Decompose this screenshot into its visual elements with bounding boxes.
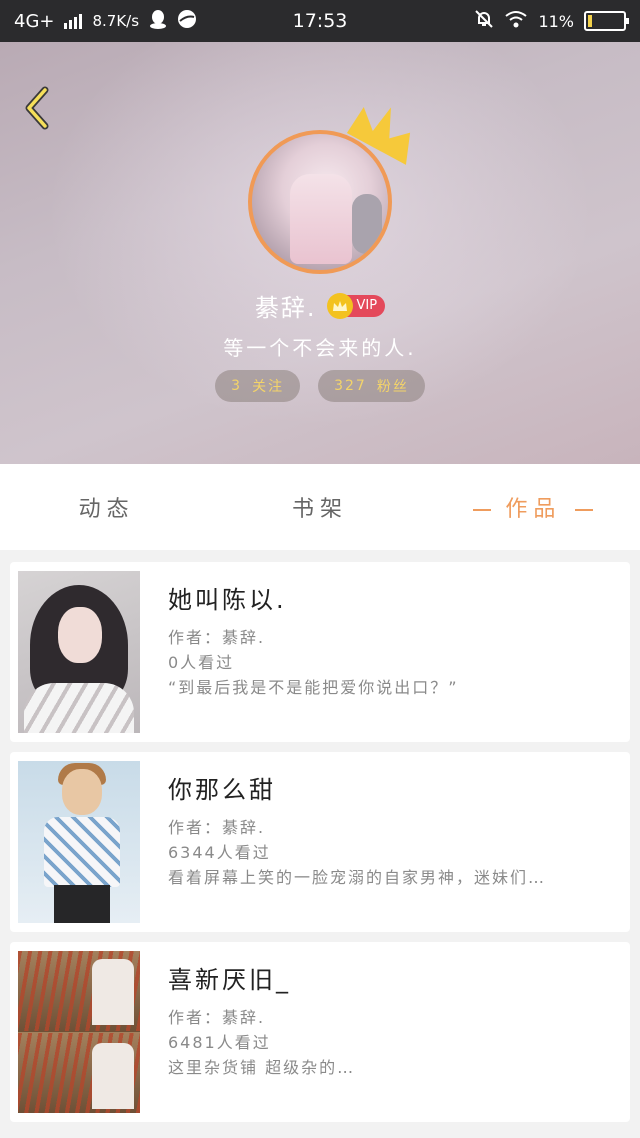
work-info: 你那么甜 作者：綦辞. 6344人看过 看着屏幕上笑的一脸宠溺的自家男神，迷妹们… <box>168 770 616 890</box>
tab-works[interactable]: 作品 <box>427 491 640 523</box>
tab-bookshelf[interactable]: 书架 <box>213 491 426 523</box>
tab-dynamics[interactable]: 动态 <box>0 491 213 523</box>
work-summary: “到最后我是不是能把爱你说出口？” <box>168 678 459 697</box>
profile-header: 綦辞. VIP 等一个不会来的人. 3 关注 327 粉丝 <box>0 42 640 464</box>
work-cover-image <box>18 571 140 733</box>
back-button[interactable] <box>16 86 56 130</box>
network-type: 4G+ <box>14 10 55 32</box>
tab-label: 书架 <box>291 497 348 522</box>
work-author: 作者：綦辞. <box>168 818 266 837</box>
wifi-icon <box>504 9 528 34</box>
work-views: 6344人看过 <box>168 843 271 862</box>
qq-icon <box>149 9 167 34</box>
work-cover-image <box>18 951 140 1113</box>
tab-label: 动态 <box>78 497 135 522</box>
browser-icon <box>177 9 197 34</box>
network-speed: 8.7K/s <box>92 12 140 30</box>
status-bar: 4G+ 8.7K/s 17:53 11% <box>0 0 640 42</box>
battery-icon <box>584 11 629 31</box>
profile-signature: 等一个不会来的人. <box>223 336 417 360</box>
alarm-off-icon <box>474 9 494 34</box>
chevron-left-icon <box>25 86 49 130</box>
work-author: 作者：綦辞. <box>168 1008 266 1027</box>
tab-indicator-left <box>473 509 492 511</box>
battery-percent: 11% <box>538 11 574 31</box>
work-card[interactable]: 你那么甜 作者：綦辞. 6344人看过 看着屏幕上笑的一脸宠溺的自家男神，迷妹们… <box>10 752 630 932</box>
work-title: 你那么甜 <box>168 776 276 804</box>
work-cover-image <box>18 761 140 923</box>
work-views: 6481人看过 <box>168 1033 271 1052</box>
work-info: 她叫陈以. 作者：綦辞. 0人看过 “到最后我是不是能把爱你说出口？” <box>168 580 616 700</box>
works-list: 她叫陈以. 作者：綦辞. 0人看过 “到最后我是不是能把爱你说出口？” 你那么甜… <box>0 550 640 1138</box>
work-card[interactable]: 喜新厌旧_ 作者：綦辞. 6481人看过 这里杂货铺 超级杂的… <box>10 942 630 1122</box>
avatar-wrap <box>248 106 411 274</box>
work-author: 作者：綦辞. <box>168 628 266 647</box>
work-views: 0人看过 <box>168 653 235 672</box>
tab-indicator-right <box>575 509 594 511</box>
vip-label: VIP <box>356 298 378 313</box>
work-title: 喜新厌旧_ <box>168 966 291 994</box>
stats-row: 3 关注 327 粉丝 <box>0 370 640 402</box>
follow-label: 关注 <box>252 379 285 395</box>
vip-crown-icon <box>326 292 353 319</box>
vip-badge[interactable]: VIP <box>326 292 386 319</box>
fans-label: 粉丝 <box>376 379 409 395</box>
work-card[interactable]: 她叫陈以. 作者：綦辞. 0人看过 “到最后我是不是能把爱你说出口？” <box>10 562 630 742</box>
crown-icon <box>346 106 411 165</box>
work-summary: 这里杂货铺 超级杂的… <box>168 1058 356 1077</box>
profile-name-row: 綦辞. VIP <box>0 288 640 323</box>
profile-name: 綦辞. <box>254 294 317 322</box>
profile-tabs: 动态 书架 作品 <box>0 464 640 550</box>
work-info: 喜新厌旧_ 作者：綦辞. 6481人看过 这里杂货铺 超级杂的… <box>168 960 616 1080</box>
fans-stat[interactable]: 327 粉丝 <box>318 370 425 402</box>
work-title: 她叫陈以. <box>168 586 287 614</box>
work-summary: 看着屏幕上笑的一脸宠溺的自家男神，迷妹们… <box>168 868 547 887</box>
signal-icon <box>64 13 83 29</box>
follow-count: 3 <box>231 378 243 394</box>
fans-count: 327 <box>334 378 367 394</box>
tab-label: 作品 <box>505 497 562 522</box>
follow-stat[interactable]: 3 关注 <box>215 370 301 402</box>
